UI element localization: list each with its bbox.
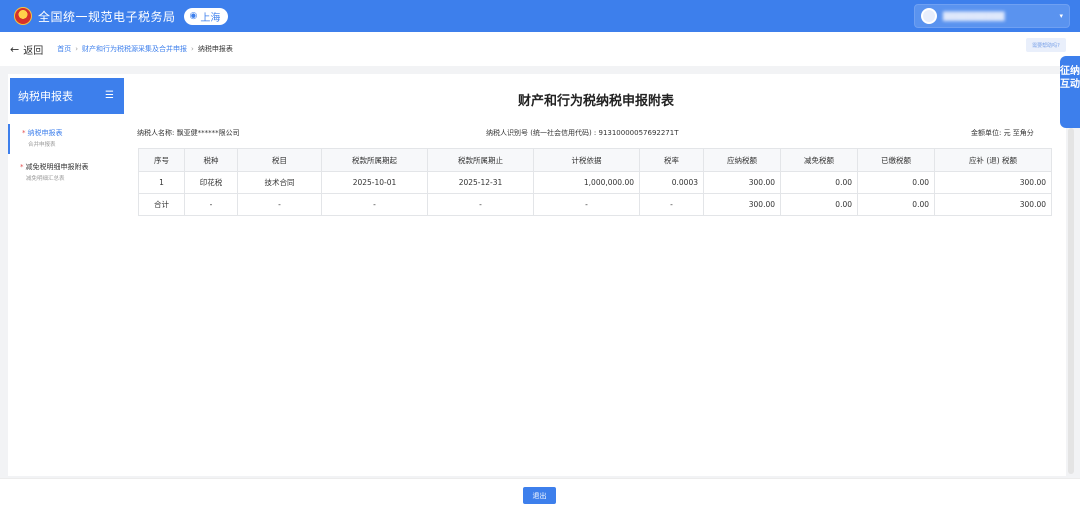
col-header-tax-due: 应补 (退) 税额: [934, 148, 1052, 172]
cell-period-end: -: [427, 193, 534, 216]
cell-tax-relief: 0.00: [780, 171, 858, 194]
col-header-tax-item: 税目: [237, 148, 322, 172]
help-button[interactable]: 需要帮助吗?: [1026, 38, 1066, 52]
table-total-row: 合计 - - - - - - 300.00 0.00 0.00 300.00: [138, 193, 1052, 216]
user-name: ██████████: [943, 11, 1005, 21]
main-panel: 纳税申报表 ☰ * 纳税申报表 合并申报表 * 减免税明细申报附表 减免明细汇总…: [8, 74, 1066, 476]
cell-tax-paid: 0.00: [857, 171, 935, 194]
cell-tax-due: 300.00: [934, 171, 1052, 194]
sidebar-item-label: 减免税明细申报附表: [25, 163, 89, 171]
cell-period-start: 2025-10-01: [321, 171, 428, 194]
table-header-row: 序号 税种 税目 税款所属期起 税款所属期止 计税依据 税率 应纳税额 减免税额…: [138, 148, 1052, 172]
required-star: *: [20, 163, 24, 171]
nav-bar: ← 返回 首页 › 财产和行为税税源采集及合并申报 › 纳税申报表 需要帮助吗?: [0, 32, 1080, 66]
breadcrumb-collection[interactable]: 财产和行为税税源采集及合并申报: [82, 44, 187, 54]
location-pin-icon: ◉: [189, 11, 198, 21]
breadcrumb-separator: ›: [75, 45, 79, 53]
sidebar-title: 纳税申报表: [18, 90, 73, 103]
cell-period-start: -: [321, 193, 428, 216]
breadcrumb-separator: ›: [191, 45, 194, 53]
region-selector[interactable]: ◉ 上海: [183, 7, 229, 25]
sidebar-item-sub: 减免明细汇总表: [26, 176, 65, 182]
col-header-tax-rate: 税率: [639, 148, 704, 172]
cell-seq: 1: [138, 171, 185, 194]
back-button[interactable]: ← 返回: [10, 42, 43, 57]
top-bar: 全国统一规范电子税务局 ◉ 上海 ██████████ ▾: [0, 0, 1080, 32]
cell-tax-base: -: [533, 193, 640, 216]
breadcrumb-home[interactable]: 首页: [57, 44, 71, 54]
tax-return-table: 序号 税种 税目 税款所属期起 税款所属期止 计税依据 税率 应纳税额 减免税额…: [138, 148, 1052, 216]
cell-seq: 合计: [138, 193, 185, 216]
interaction-tab[interactable]: 征纳互动: [1060, 56, 1080, 128]
breadcrumb: 首页 › 财产和行为税税源采集及合并申报 › 纳税申报表: [57, 44, 233, 54]
back-label: 返回: [23, 45, 44, 57]
col-header-tax-payable: 应纳税额: [703, 148, 781, 172]
taxpayer-name: 纳税人名称: 飘亚健******限公司: [137, 129, 240, 137]
cell-tax-base: 1,000,000.00: [533, 171, 640, 194]
breadcrumb-current: 纳税申报表: [197, 45, 233, 53]
cell-tax-item: 技术合同: [237, 171, 322, 194]
user-menu[interactable]: ██████████ ▾: [914, 4, 1070, 28]
col-header-period-start: 税款所属期起: [321, 148, 428, 172]
scrollbar[interactable]: [1068, 128, 1074, 474]
taxpayer-id: 纳税人识别号 (统一社会信用代码) : 91310000057692271T: [486, 129, 679, 137]
page-title: 财产和行为税纳税申报附表: [517, 94, 674, 109]
cell-tax-item: -: [237, 193, 322, 216]
required-star: *: [22, 129, 26, 137]
cell-tax-payable: 300.00: [703, 171, 781, 194]
col-header-tax-base: 计税依据: [533, 148, 640, 172]
chevron-down-icon: ▾: [1059, 12, 1063, 20]
cell-tax-due: 300.00: [934, 193, 1052, 216]
cell-tax-rate: 0.0003: [639, 171, 704, 194]
cell-period-end: 2025-12-31: [427, 171, 534, 194]
col-header-seq: 序号: [138, 148, 185, 172]
cell-tax-type: -: [184, 193, 238, 216]
sidebar-header: 纳税申报表 ☰: [10, 78, 124, 114]
sidebar-item-relief-detail[interactable]: * 减免税明细申报附表 减免明细汇总表: [8, 158, 126, 188]
cell-tax-paid: 0.00: [857, 193, 935, 216]
cell-tax-relief: 0.00: [780, 193, 858, 216]
back-arrow-icon: ←: [10, 42, 20, 56]
sidebar-item-label: 纳税申报表: [27, 129, 63, 137]
table-row: 1 印花税 技术合同 2025-10-01 2025-12-31 1,000,0…: [138, 171, 1052, 194]
exit-button[interactable]: 退出: [523, 487, 556, 504]
cell-tax-type: 印花税: [184, 171, 238, 194]
cell-tax-payable: 300.00: [703, 193, 781, 216]
col-header-tax-relief: 减免税额: [780, 148, 858, 172]
col-header-tax-type: 税种: [184, 148, 238, 172]
col-header-period-end: 税款所属期止: [427, 148, 534, 172]
site-title: 全国统一规范电子税务局: [38, 9, 176, 24]
amount-unit: 金额单位: 元 至角分: [971, 129, 1034, 137]
sidebar-item-tax-return[interactable]: * 纳税申报表 合并申报表: [8, 124, 126, 154]
tax-emblem-icon: [14, 7, 32, 25]
cell-tax-rate: -: [639, 193, 704, 216]
region-label: 上海: [200, 12, 221, 24]
menu-icon[interactable]: ☰: [105, 90, 114, 101]
footer-bar: 退出: [0, 478, 1080, 512]
avatar: [921, 8, 937, 24]
sidebar-item-sub: 合并申报表: [28, 142, 56, 148]
col-header-tax-paid: 已缴税额: [857, 148, 935, 172]
